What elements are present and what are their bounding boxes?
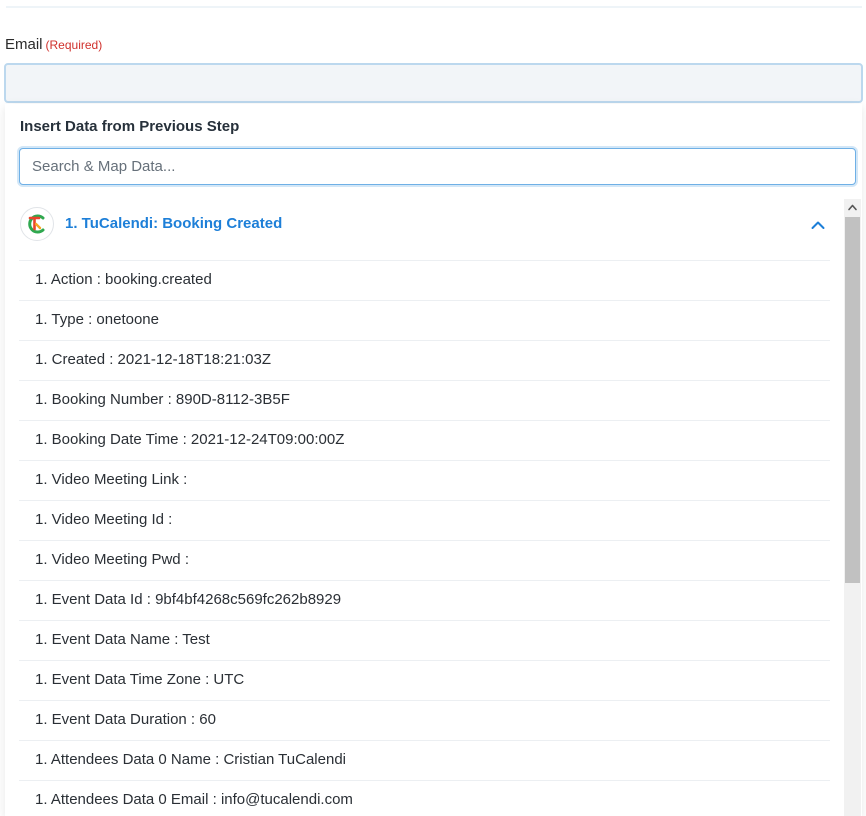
data-item-video-meeting-link[interactable]: 1. Video Meeting Link :	[19, 461, 830, 501]
chevron-up-icon[interactable]	[810, 217, 826, 233]
scrollbar-thumb[interactable]	[845, 217, 860, 583]
step-title: 1. TuCalendi: Booking Created	[65, 215, 283, 232]
data-item-attendee-name[interactable]: 1. Attendees Data 0 Name : Cristian TuCa…	[19, 741, 830, 781]
step-header[interactable]: 1. TuCalendi: Booking Created	[19, 200, 830, 261]
data-item-event-data-name[interactable]: 1. Event Data Name : Test	[19, 621, 830, 661]
panel-heading: Insert Data from Previous Step	[20, 118, 240, 135]
data-item-event-data-time-zone[interactable]: 1. Event Data Time Zone : UTC	[19, 661, 830, 701]
list-scrollbar[interactable]	[844, 199, 861, 816]
data-item-created[interactable]: 1. Created : 2021-12-18T18:21:03Z	[19, 341, 830, 381]
data-item-event-data-id[interactable]: 1. Event Data Id : 9bf4bf4268c569fc262b8…	[19, 581, 830, 621]
email-input[interactable]	[4, 63, 863, 103]
data-item-video-meeting-id[interactable]: 1. Video Meeting Id :	[19, 501, 830, 541]
data-list: 1. TuCalendi: Booking Created 1. Action …	[19, 200, 830, 816]
data-item-type[interactable]: 1. Type : onetoone	[19, 301, 830, 341]
data-item-booking-date-time[interactable]: 1. Booking Date Time : 2021-12-24T09:00:…	[19, 421, 830, 461]
data-item-video-meeting-pwd[interactable]: 1. Video Meeting Pwd :	[19, 541, 830, 581]
search-map-data-input[interactable]	[19, 148, 856, 185]
email-label: Email (Required)	[5, 36, 102, 53]
data-item-event-data-duration[interactable]: 1. Event Data Duration : 60	[19, 701, 830, 741]
top-divider	[6, 6, 862, 8]
required-tag: (Required)	[45, 38, 103, 52]
data-item-booking-number[interactable]: 1. Booking Number : 890D-8112-3B5F	[19, 381, 830, 421]
email-label-text: Email	[5, 36, 43, 53]
scroll-up-arrow-icon[interactable]	[844, 199, 861, 216]
tucalendi-logo-icon	[20, 207, 54, 241]
insert-data-panel: Insert Data from Previous Step 1. TuCale…	[5, 104, 862, 816]
data-item-attendee-email[interactable]: 1. Attendees Data 0 Email : info@tucalen…	[19, 781, 830, 816]
data-item-action[interactable]: 1. Action : booking.created	[19, 261, 830, 301]
